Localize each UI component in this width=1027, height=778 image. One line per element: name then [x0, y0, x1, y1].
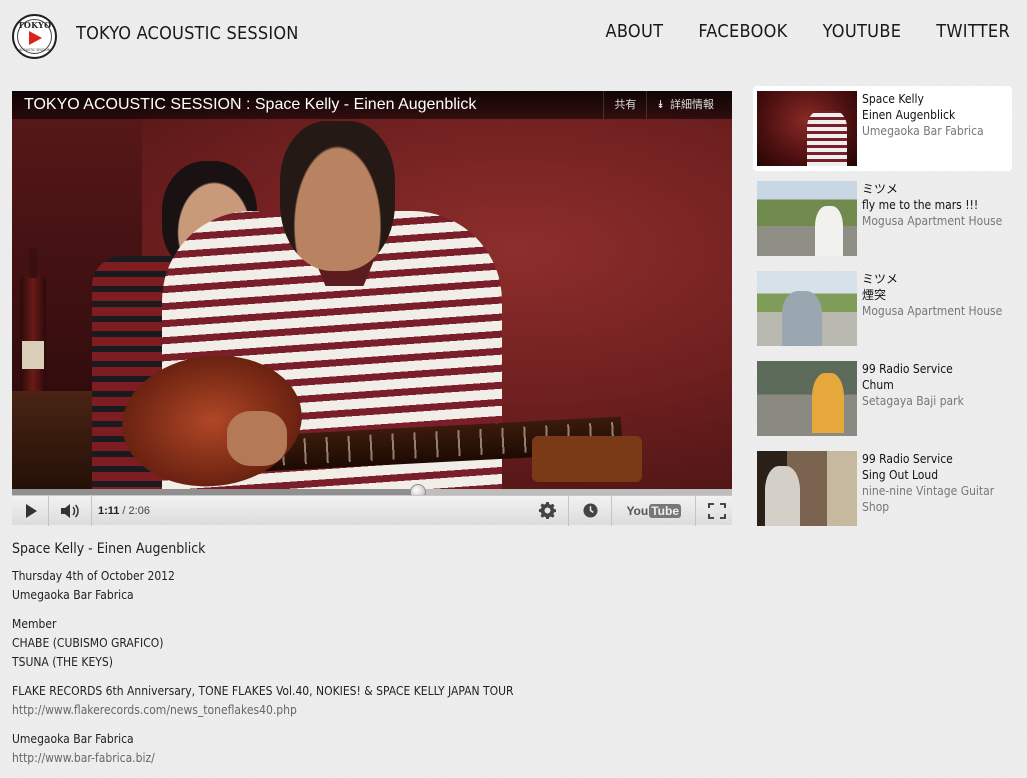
video-thumbnail[interactable] — [757, 91, 857, 166]
main-nav: ABOUT FACEBOOK YOUTUBE TWITTER — [605, 21, 1010, 42]
video-thumbnail[interactable] — [757, 361, 857, 436]
playlist-song: fly me to the mars !!! — [862, 198, 979, 212]
chevron-down-icon: ⯯ — [657, 98, 664, 111]
playlist-artist: Space Kelly — [862, 92, 924, 106]
playlist-song: Chum — [862, 378, 894, 392]
more-info-label: 詳細情報 — [670, 98, 714, 111]
guitarist-head — [280, 121, 395, 271]
gear-icon — [538, 502, 556, 519]
playlist-artist: 99 Radio Service — [862, 452, 953, 466]
playlist-item-text: ミツメ 煙突 Mogusa Apartment House — [862, 271, 1002, 351]
member-heading: Member — [12, 617, 57, 631]
playlist-item-text: 99 Radio Service Chum Setagaya Baji park — [862, 361, 964, 441]
play-button[interactable] — [12, 496, 42, 526]
video-playlist: Space Kelly Einen Augenblick Umegaoka Ba… — [753, 86, 1012, 536]
playlist-item-text: Space Kelly Einen Augenblick Umegaoka Ba… — [862, 91, 984, 166]
playlist-location: Mogusa Apartment House — [862, 304, 1003, 318]
playlist-item-text: 99 Radio Service Sing Out Loud nine-nine… — [862, 451, 1008, 531]
playlist-location: Umegaoka Bar Fabrica — [862, 124, 984, 138]
fullscreen-button[interactable] — [702, 496, 732, 526]
playlist-artist: 99 Radio Service — [862, 362, 953, 376]
venue-info: Umegaoka Bar Fabrica http://www.bar-fabr… — [12, 730, 732, 768]
divider — [91, 495, 92, 526]
session-info: Thursday 4th of October 2012 Umegaoka Ba… — [12, 567, 732, 605]
playlist-item[interactable]: 99 Radio Service Chum Setagaya Baji park — [753, 356, 1012, 446]
playlist-song: Sing Out Loud — [862, 468, 939, 482]
playlist-item[interactable]: ミツメ fly me to the mars !!! Mogusa Apartm… — [753, 176, 1012, 266]
youtube-logo-tube: Tube — [649, 503, 681, 518]
video-thumbnail[interactable] — [757, 451, 857, 526]
divider — [695, 495, 696, 526]
guitarist-hand — [227, 411, 287, 466]
youtube-logo[interactable]: You Tube — [626, 503, 681, 518]
volume-button[interactable] — [55, 496, 85, 526]
playlist-artist: ミツメ — [862, 272, 899, 286]
playlist-location: Setagaya Baji park — [862, 394, 964, 408]
playlist-item[interactable]: 99 Radio Service Sing Out Loud nine-nine… — [753, 446, 1012, 536]
nav-youtube[interactable]: YOUTUBE — [823, 21, 902, 42]
more-info-button[interactable]: ⯯ 詳細情報 — [646, 91, 732, 119]
youtube-logo-you: You — [626, 503, 649, 518]
video-title[interactable]: TOKYO ACOUSTIC SESSION : Space Kelly - E… — [24, 96, 603, 114]
nav-about[interactable]: ABOUT — [605, 21, 663, 42]
playlist-location: nine-nine Vintage Guitar Shop — [862, 484, 995, 514]
player-controls: 1:11 / 2:06 You Tube — [12, 495, 732, 526]
logo-subtitle: ACOUSTIC SESSION — [19, 48, 50, 52]
wine-bottle — [20, 248, 46, 396]
play-icon — [29, 31, 42, 45]
total-time: / 2:06 — [122, 504, 150, 517]
tour-info: FLAKE RECORDS 6th Anniversary, TONE FLAK… — [12, 682, 732, 720]
venue-name: Umegaoka Bar Fabrica — [12, 732, 134, 746]
site-logo[interactable]: TOKYO ACOUSTIC SESSION — [12, 14, 57, 59]
nav-twitter[interactable]: TWITTER — [936, 21, 1010, 42]
venue-link[interactable]: http://www.bar-fabrica.biz/ — [12, 751, 155, 765]
play-icon — [25, 503, 37, 518]
site-title[interactable]: TOKYO ACOUSTIC SESSION — [76, 23, 299, 44]
video-thumbnail[interactable] — [757, 271, 857, 346]
settings-button[interactable] — [532, 496, 562, 526]
member-info: Member CHABE (CUBISMO GRAFICO) TSUNA (TH… — [12, 615, 732, 672]
playlist-item-text: ミツメ fly me to the mars !!! Mogusa Apartm… — [862, 181, 1002, 261]
member-name: TSUNA (THE KEYS) — [12, 655, 113, 669]
nav-facebook[interactable]: FACEBOOK — [698, 21, 787, 42]
watch-later-button[interactable] — [575, 496, 605, 526]
video-thumbnail[interactable] — [757, 181, 857, 256]
share-button[interactable]: 共有 — [603, 91, 646, 119]
tour-text: FLAKE RECORDS 6th Anniversary, TONE FLAK… — [12, 684, 514, 698]
speaker-icon — [61, 503, 79, 518]
member-name: CHABE (CUBISMO GRAFICO) — [12, 636, 164, 650]
clock-icon — [583, 503, 598, 518]
video-player[interactable]: TOKYO ACOUSTIC SESSION : Space Kelly - E… — [12, 91, 732, 526]
fullscreen-icon — [708, 502, 726, 519]
current-time: 1:11 — [98, 504, 120, 517]
video-description: Space Kelly - Einen Augenblick Thursday … — [12, 540, 732, 778]
description-title: Space Kelly - Einen Augenblick — [12, 541, 206, 557]
session-venue: Umegaoka Bar Fabrica — [12, 588, 134, 602]
divider — [568, 495, 570, 526]
divider — [48, 495, 49, 526]
video-frame[interactable] — [12, 91, 732, 489]
divider — [611, 495, 613, 526]
playlist-item[interactable]: Space Kelly Einen Augenblick Umegaoka Ba… — [753, 86, 1012, 171]
guitar-headstock — [532, 436, 642, 482]
playlist-song: 煙突 — [862, 288, 887, 302]
playlist-item[interactable]: ミツメ 煙突 Mogusa Apartment House — [753, 266, 1012, 356]
logo-word: TOKYO — [17, 20, 52, 30]
playlist-location: Mogusa Apartment House — [862, 214, 1003, 228]
playlist-artist: ミツメ — [862, 182, 899, 196]
video-title-bar: TOKYO ACOUSTIC SESSION : Space Kelly - E… — [12, 91, 732, 119]
playlist-song: Einen Augenblick — [862, 108, 956, 122]
tour-link[interactable]: http://www.flakerecords.com/news_tonefla… — [12, 703, 297, 717]
session-date: Thursday 4th of October 2012 — [12, 569, 175, 583]
bottle-label — [22, 341, 44, 369]
